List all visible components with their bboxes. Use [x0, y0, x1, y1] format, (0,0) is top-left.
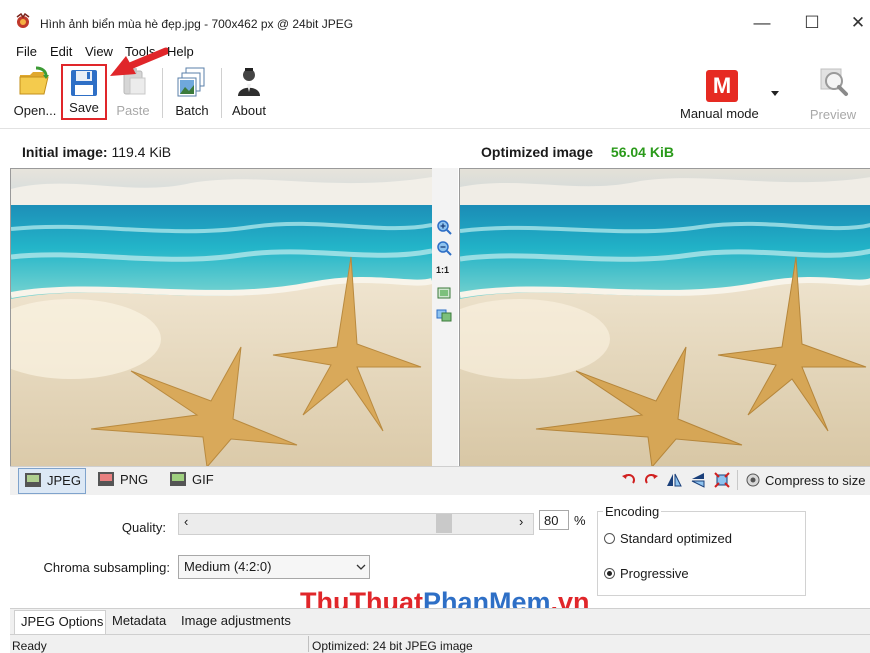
flip-horizontal-icon[interactable]: [666, 472, 682, 488]
encoding-standard-label: Standard optimized: [620, 531, 733, 546]
batch-label: Batch: [175, 103, 209, 118]
encoding-group-label: Encoding: [603, 504, 662, 519]
chevron-down-icon: [356, 564, 366, 570]
jpeg-file-icon: [25, 473, 41, 487]
about-button[interactable]: About: [228, 64, 270, 122]
slider-right-arrow-icon[interactable]: ›: [519, 514, 523, 529]
format-jpeg-label: JPEG: [47, 473, 81, 488]
chroma-selected-value: Medium (4:2:0): [184, 559, 272, 574]
about-label: About: [232, 103, 266, 118]
zoom-in-icon[interactable]: [436, 219, 452, 235]
actual-size-button[interactable]: 1:1: [436, 265, 449, 275]
quality-slider[interactable]: [178, 513, 534, 535]
format-gif-label: GIF: [192, 472, 214, 487]
gif-file-icon: [170, 472, 186, 486]
manual-mode-label: Manual mode: [680, 106, 759, 121]
transform-separator: [737, 470, 738, 490]
format-tab-jpeg[interactable]: JPEG: [18, 468, 86, 494]
compress-to-size-label: Compress to size: [765, 473, 866, 488]
tab-jpeg-options[interactable]: JPEG Options: [14, 610, 106, 634]
initial-image-label: Initial image:: [22, 144, 108, 160]
quality-unit: %: [574, 513, 586, 528]
mode-dropdown-icon[interactable]: [771, 91, 779, 96]
close-button[interactable]: ✕: [836, 8, 870, 38]
manual-mode-button[interactable]: M Manual mode: [678, 64, 782, 124]
encoding-group: [597, 511, 806, 596]
magnifier-icon: [820, 68, 848, 96]
preview-button[interactable]: Preview: [806, 64, 860, 122]
quality-slider-thumb[interactable]: [436, 514, 452, 533]
crop-icon[interactable]: [714, 472, 730, 488]
minimize-button[interactable]: —: [740, 8, 784, 38]
format-png-label: PNG: [120, 472, 149, 487]
toolbar-separator: [221, 68, 222, 118]
maximize-button[interactable]: ☐: [790, 8, 834, 38]
optimized-image-pane[interactable]: [459, 168, 870, 468]
batch-images-icon: [177, 67, 205, 97]
menu-help[interactable]: Help: [167, 44, 194, 59]
window-title: Hình ảnh biển mùa hè đẹp.jpg - 700x462 p…: [40, 17, 354, 31]
floppy-disk-icon: [71, 70, 97, 96]
format-tab-gif[interactable]: GIF: [164, 468, 220, 492]
initial-image-pane[interactable]: [10, 168, 433, 468]
initial-image-size: 119.4 KiB: [111, 144, 172, 160]
slider-left-arrow-icon[interactable]: ‹: [184, 514, 188, 529]
save-button[interactable]: Save: [61, 64, 107, 120]
optimized-image-header: Optimized image 56.04 KiB: [481, 144, 674, 160]
rotate-left-icon[interactable]: [621, 472, 637, 488]
beach-starfish-optimized-image: [460, 169, 870, 467]
status-ready: Ready: [12, 639, 47, 653]
status-separator: [308, 636, 309, 652]
status-optimized-info: Optimized: 24 bit JPEG image: [312, 639, 473, 653]
batch-button[interactable]: Batch: [170, 64, 214, 122]
menu-edit[interactable]: Edit: [50, 44, 72, 59]
chroma-subsampling-label: Chroma subsampling:: [43, 560, 170, 575]
radio-unchecked-icon: [604, 533, 615, 544]
fit-window-icon[interactable]: [436, 285, 452, 301]
open-label: Open...: [13, 103, 57, 118]
png-file-icon: [98, 472, 114, 486]
split-view-icon[interactable]: [436, 307, 452, 323]
user-info-icon: [238, 68, 260, 96]
radio-checked-icon: [604, 568, 615, 579]
paste-label: Paste: [116, 103, 150, 118]
chroma-subsampling-select[interactable]: Medium (4:2:0): [178, 555, 370, 579]
rotate-right-icon[interactable]: [643, 472, 659, 488]
zoom-out-icon[interactable]: [436, 240, 452, 256]
format-tab-png[interactable]: PNG: [92, 468, 156, 492]
save-label: Save: [69, 100, 99, 115]
quality-label: Quality:: [121, 520, 166, 535]
annotation-arrow-icon: [110, 47, 168, 76]
beach-starfish-image: [11, 169, 432, 467]
optimized-image-label: Optimized image: [481, 144, 594, 160]
app-logo-icon: [16, 13, 30, 28]
quality-input[interactable]: 80: [539, 510, 569, 530]
tab-image-adjustments[interactable]: Image adjustments: [175, 610, 297, 634]
initial-image-header: Initial image: 119.4 KiB: [22, 144, 171, 160]
folder-open-icon: [19, 66, 49, 95]
open-button[interactable]: Open...: [11, 64, 59, 122]
manual-mode-badge: M: [706, 70, 738, 102]
menu-file[interactable]: File: [16, 44, 37, 59]
flip-vertical-icon[interactable]: [690, 472, 706, 488]
preview-label: Preview: [809, 107, 857, 122]
compress-gear-icon: [746, 473, 760, 487]
optimized-image-size: 56.04 KiB: [610, 144, 674, 160]
encoding-progressive-label: Progressive: [620, 566, 689, 581]
tab-metadata[interactable]: Metadata: [106, 610, 172, 634]
